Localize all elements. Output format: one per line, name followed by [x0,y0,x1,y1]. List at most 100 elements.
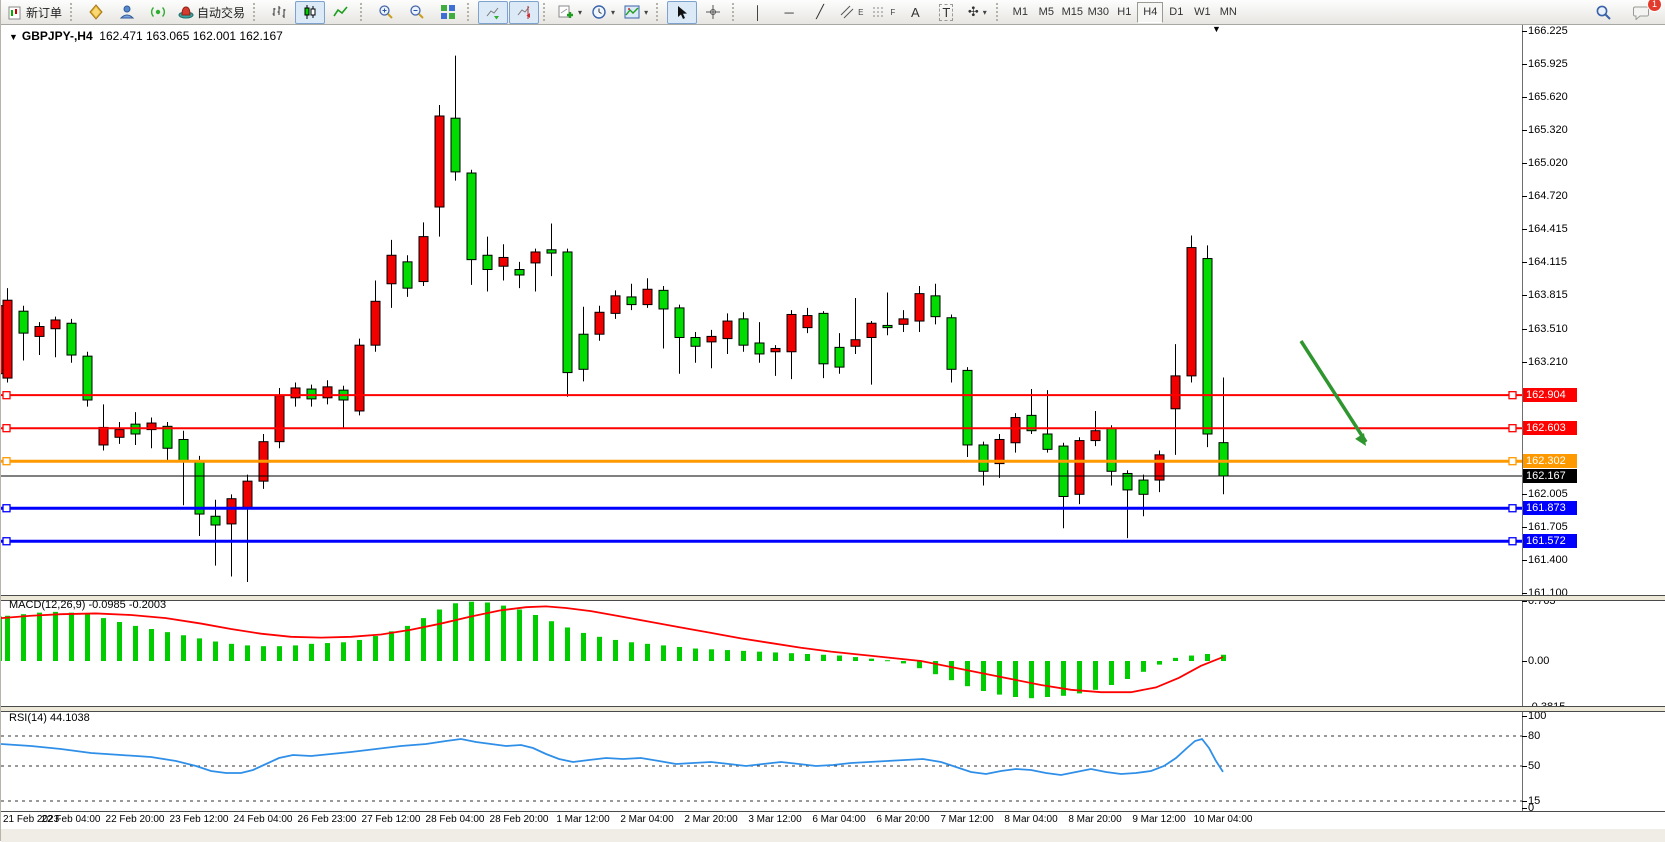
candle [595,312,604,334]
auto-trading-button[interactable]: 自动交易 [174,1,249,24]
macd-histogram-bar [1157,661,1162,665]
macd-histogram-bar [661,645,666,661]
line-handle[interactable] [3,538,10,545]
text-label-button[interactable]: T [931,1,961,24]
macd-tick-label: 0.00 [1528,655,1549,667]
panel-separator[interactable] [1,706,1665,712]
notifications-button[interactable]: 1 [1626,1,1656,24]
date-label: 22 Feb 20:00 [106,814,165,825]
arrow-annotation[interactable] [1301,341,1366,442]
axis-tick [1522,494,1527,495]
price-line-tag: 162.904 [1523,388,1577,402]
auto-scroll-button[interactable] [478,1,508,24]
zoom-in-button[interactable] [371,1,401,24]
candle [883,325,892,327]
axis-tick [1522,736,1527,737]
candle [867,323,876,337]
clock-icon [591,4,607,20]
timeframe-w1-button[interactable]: W1 [1189,2,1215,23]
date-label: 27 Feb 12:00 [362,814,421,825]
macd-histogram-bar [677,647,682,661]
macd-histogram-bar [1125,661,1130,679]
timeframe-m1-button[interactable]: M1 [1007,2,1033,23]
candle [515,270,524,275]
status-strip [1,828,1665,842]
tile-windows-button[interactable] [433,1,463,24]
chart-shift-button[interactable] [509,1,539,24]
line-handle[interactable] [3,392,10,399]
timeframe-h1-button[interactable]: H1 [1111,2,1137,23]
line-handle[interactable] [1509,425,1516,432]
candle [915,294,924,321]
macd-histogram-bar [565,627,570,661]
macd-histogram-bar [1141,661,1146,672]
zoom-out-button[interactable] [402,1,432,24]
vertical-line-button[interactable]: │ [743,1,773,24]
macd-histogram-bar [1077,661,1082,693]
line-handle[interactable] [3,425,10,432]
candle [1203,259,1212,434]
line-handle[interactable] [3,458,10,465]
price-tick-label: 164.115 [1528,256,1567,268]
line-handle[interactable] [1509,458,1516,465]
line-handle[interactable] [1509,505,1516,512]
text-button[interactable]: A [900,1,930,24]
period-button[interactable]: ▾ [587,1,619,24]
macd-histogram-bar [837,656,842,661]
date-label: 6 Mar 04:00 [812,814,865,825]
timeframe-h4-button[interactable]: H4 [1137,2,1163,23]
fibonacci-icon [872,5,886,19]
timeframe-d1-button[interactable]: D1 [1163,2,1189,23]
line-handle[interactable] [1509,392,1516,399]
timeframe-m30-button[interactable]: M30 [1085,2,1111,23]
search-button[interactable] [1588,1,1618,24]
macd-histogram-bar [709,649,714,661]
chart-shift-icon [516,4,532,20]
line-chart-button[interactable] [326,1,356,24]
zoom-out-icon [409,4,425,20]
candle [803,316,812,328]
axis-tick [1522,31,1527,32]
panel-separator[interactable] [1,595,1665,601]
horizontal-line-button[interactable]: ─ [774,1,804,24]
cursor-button[interactable] [667,1,697,24]
crosshair-button[interactable] [698,1,728,24]
new-chart-button[interactable]: ▾ [554,1,586,24]
macd-histogram-bar [453,603,458,661]
macd-histogram-bar [133,626,138,661]
chart-canvas[interactable] [1,25,1522,812]
candlestick-chart-button[interactable] [295,1,325,24]
candle [931,296,940,317]
candle [771,348,780,351]
templates-button[interactable]: ▾ [620,1,652,24]
trendline-button[interactable]: ╱ [805,1,835,24]
timeframe-mn-button[interactable]: MN [1215,2,1241,23]
candle [547,250,556,253]
candle [1091,431,1100,441]
timeframe-m15-button[interactable]: M15 [1059,2,1085,23]
channel-button[interactable]: E [836,1,867,24]
candle [67,323,76,355]
candle [35,327,44,337]
arrows-button[interactable]: ✣ ▾ [962,1,992,24]
timeframe-m5-button[interactable]: M5 [1033,2,1059,23]
profile-button[interactable] [112,1,142,24]
macd-histogram-bar [341,642,346,661]
candle [3,300,12,378]
candle [979,445,988,471]
new-order-button[interactable]: 新订单 [4,1,66,24]
line-handle[interactable] [3,505,10,512]
toolbar: 新订单 自动交易 ▾ ▾ [1,0,1665,25]
fibonacci-button[interactable]: F [868,1,899,24]
auto-scroll-icon [485,4,501,20]
chart-shift-marker[interactable]: ▼ [1212,24,1221,34]
line-handle[interactable] [1509,538,1516,545]
price-tick-label: 165.320 [1528,124,1568,136]
price-tick-label: 163.210 [1528,356,1568,368]
axis-tick [1522,716,1527,717]
symbols-button[interactable] [81,1,111,24]
signal-button[interactable] [143,1,173,24]
candle [1139,480,1148,494]
bar-chart-button[interactable] [264,1,294,24]
chart-area[interactable] [1,25,1522,812]
